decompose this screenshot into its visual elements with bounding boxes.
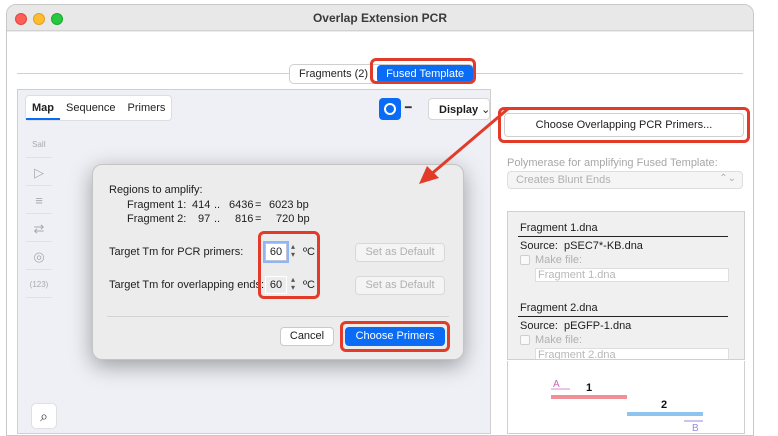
- app-window: Overlap Extension PCR Fragments (2) Fuse…: [6, 4, 754, 436]
- fragment-1-rule: [518, 236, 728, 237]
- updown-chevron-icon: ⌃⌄: [719, 173, 736, 184]
- circle-icon: [384, 103, 396, 115]
- fragment-2-label: 2: [661, 399, 667, 411]
- highlight-choose-primers: [340, 321, 450, 352]
- fusion-diagram-svg: A 1 2 B: [551, 379, 703, 434]
- fragment-2-sep: ..: [214, 213, 221, 225]
- window-content: Fragments (2) Fused Template Map Sequenc…: [7, 32, 753, 435]
- fragment-1-end: 6436: [229, 199, 254, 211]
- map-toolstrip: SalI ▷ ≡ ⇄ ◎ (123): [25, 132, 53, 298]
- fragment-2-size: 720 bp: [276, 213, 310, 225]
- feature-tool-icon[interactable]: ▷: [26, 160, 52, 186]
- fragment-2-name: Fragment 2:: [127, 213, 187, 225]
- fragment-1-label: 1: [586, 382, 592, 394]
- fragment-1-bar: [551, 395, 627, 399]
- fragment-2-title: Fragment 2.dna: [520, 302, 598, 314]
- tab-fragments[interactable]: Fragments (2): [290, 65, 377, 83]
- search-icon: ⌕: [40, 408, 48, 424]
- fragment-2-source: Source: pEGFP-1.dna: [520, 320, 631, 332]
- fragment-2-end: 816: [235, 213, 254, 225]
- numbering-tool-icon[interactable]: (123): [26, 272, 52, 298]
- choose-primers-dialog: Regions to amplify: Fragment 1: 414 .. 6…: [92, 164, 464, 360]
- regions-label: Regions to amplify:: [109, 184, 203, 196]
- fragment-1-sep: ..: [214, 199, 221, 211]
- fragment-2-make-file-label: Make file:: [535, 334, 583, 346]
- primer-tool-icon[interactable]: ≡: [26, 188, 52, 214]
- fragment-2-source-value: pEGFP-1.dna: [564, 320, 632, 332]
- window-title: Overlap Extension PCR: [312, 11, 448, 25]
- fusion-diagram: A 1 2 B: [507, 361, 745, 434]
- title-bar: Overlap Extension PCR: [7, 5, 753, 31]
- cancel-button[interactable]: Cancel: [280, 327, 334, 346]
- origin-tool-icon[interactable]: ◎: [26, 244, 52, 270]
- pcr-set-default-button[interactable]: Set as Default: [355, 243, 445, 262]
- fragment-2-source-label: Source:: [520, 320, 558, 332]
- fragment-2-rule: [518, 316, 728, 317]
- right-panel: Choose Overlapping PCR Primers... Polyme…: [497, 89, 753, 434]
- view-subtabs: Map Sequence Primers: [25, 95, 173, 121]
- subtab-sequence[interactable]: Sequence: [60, 96, 122, 120]
- primer-b-label: B: [692, 423, 699, 434]
- enzyme-tool-icon[interactable]: SalI: [26, 132, 52, 158]
- fragment-1-source-value: pSEC7*-KB.dna: [564, 240, 643, 252]
- primer-a-label: A: [553, 379, 560, 390]
- circular-view-button[interactable]: [379, 98, 401, 120]
- fragment-2-start: 97: [198, 213, 211, 225]
- highlight-fused-template: [370, 58, 476, 84]
- fragment-1-name: Fragment 1:: [127, 199, 187, 211]
- fragment-1-make-file-label: Make file:: [535, 254, 583, 266]
- polymerase-value: Creates Blunt Ends: [516, 174, 611, 186]
- fragment-1-eq: =: [255, 199, 262, 211]
- fragment-file-list: Fragment 1.dna Source: pSEC7*-KB.dna Mak…: [507, 211, 745, 360]
- fragment-2-file-field[interactable]: Fragment 2.dna: [535, 348, 729, 359]
- search-button[interactable]: ⌕: [31, 403, 57, 429]
- subtab-primers[interactable]: Primers: [122, 96, 172, 120]
- fragment-1-file-field[interactable]: Fragment 1.dna: [535, 268, 729, 282]
- orf-tool-icon[interactable]: ⇄: [26, 216, 52, 242]
- fragment-1-start: 414: [192, 199, 211, 211]
- dialog-divider: [107, 316, 449, 317]
- fragment-1-source: Source: pSEC7*-KB.dna: [520, 240, 643, 252]
- fragment-1-source-label: Source:: [520, 240, 558, 252]
- highlight-choose-overlapping: [498, 107, 750, 143]
- overlap-set-default-button[interactable]: Set as Default: [355, 276, 445, 295]
- fragment-1-make-file-checkbox[interactable]: [520, 255, 530, 265]
- fragment-2-bar: [627, 412, 703, 416]
- highlight-tm-fields: [258, 231, 320, 299]
- fragment-1-size: 6023 bp: [269, 199, 309, 211]
- fragment-2-eq: =: [255, 213, 262, 225]
- polymerase-select[interactable]: Creates Blunt Ends ⌃⌄: [507, 171, 743, 189]
- overlap-tm-label: Target Tm for overlapping ends:: [109, 279, 265, 291]
- subtab-map[interactable]: Map: [26, 96, 60, 120]
- polymerase-label: Polymerase for amplifying Fused Template…: [507, 157, 718, 169]
- fragment-1-title: Fragment 1.dna: [520, 222, 598, 234]
- pcr-tm-label: Target Tm for PCR primers:: [109, 246, 244, 258]
- fragment-2-make-file-checkbox[interactable]: [520, 335, 530, 345]
